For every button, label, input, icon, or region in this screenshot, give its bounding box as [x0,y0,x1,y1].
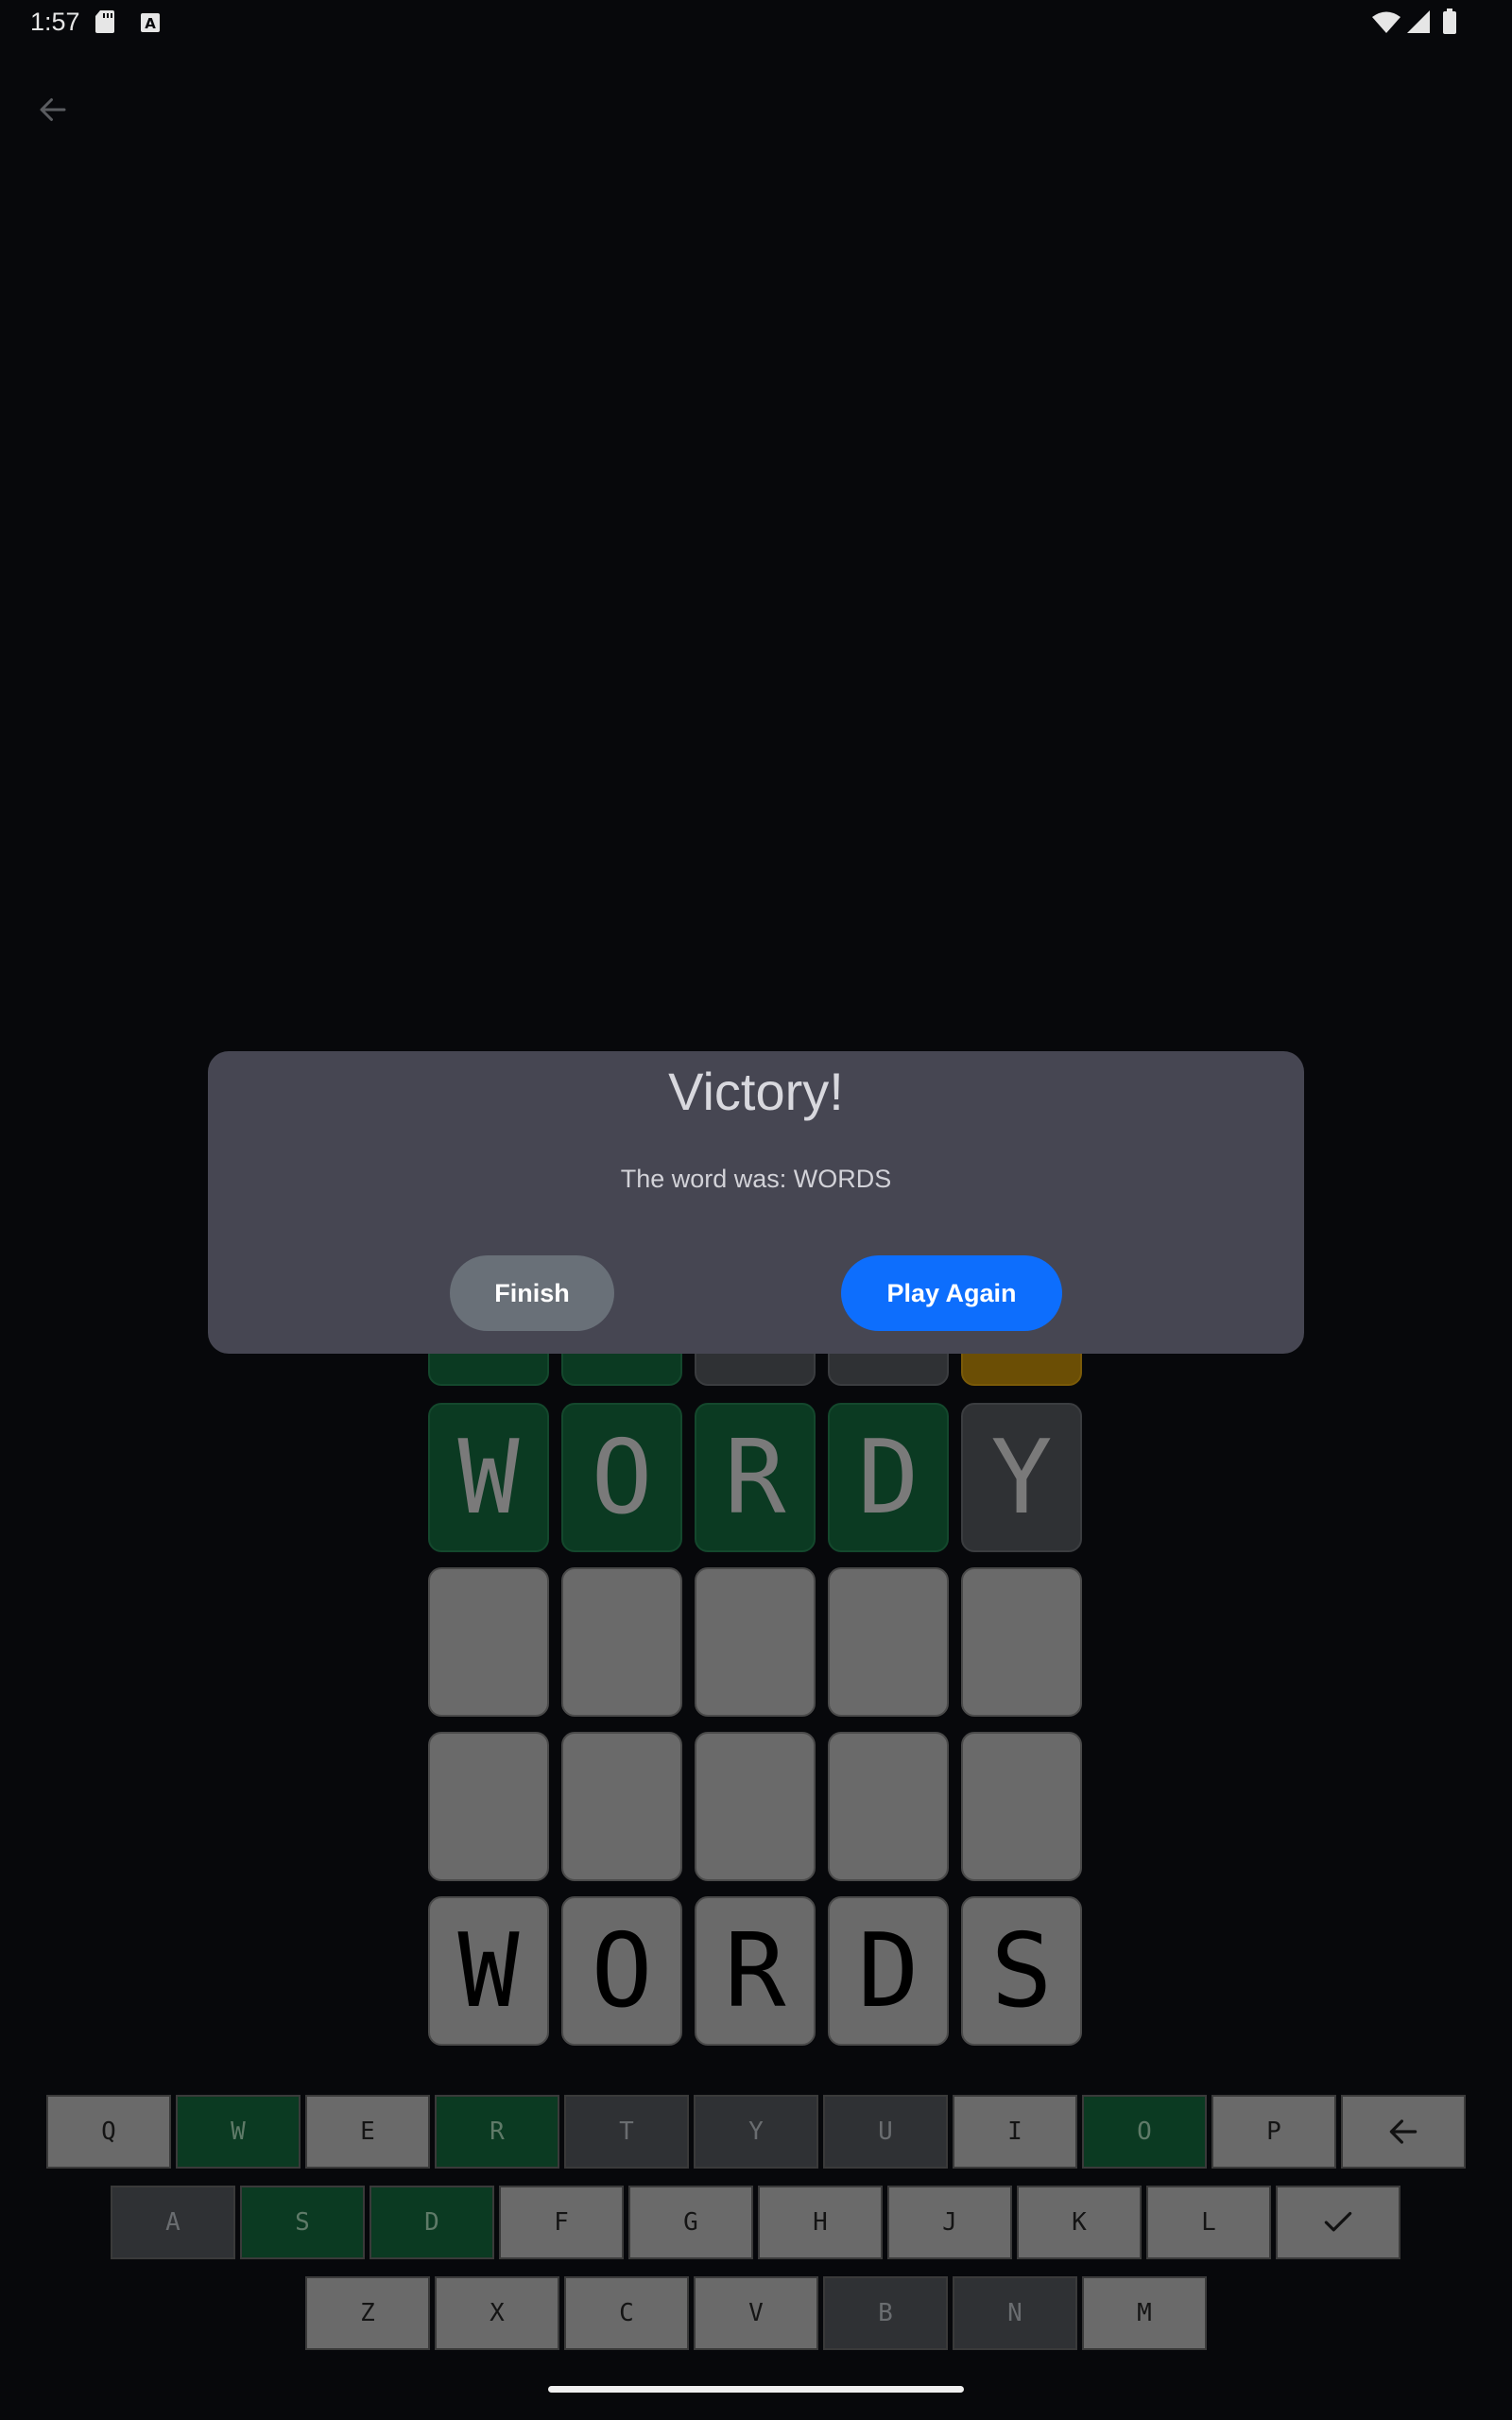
board-tile: D [828,1403,949,1552]
board-tile: O [561,1896,682,2046]
navigation-handle[interactable] [548,2386,964,2393]
key-x[interactable]: X [435,2276,559,2350]
board-tile [561,1567,682,1717]
play-again-button[interactable]: Play Again [841,1255,1062,1331]
board-tile: S [961,1896,1082,2046]
key-u[interactable]: U [823,2095,948,2169]
board-tile [695,1567,816,1717]
backspace-key[interactable] [1341,2095,1466,2169]
key-a[interactable]: A [111,2186,235,2259]
board-tile: W [428,1403,549,1552]
board-tile: R [695,1403,816,1552]
key-i[interactable]: I [953,2095,1077,2169]
backspace-arrow-icon [1385,2114,1421,2150]
board-tile [561,1732,682,1881]
finish-button[interactable]: Finish [450,1255,614,1331]
key-d[interactable]: D [369,2186,494,2259]
key-k[interactable]: K [1017,2186,1142,2259]
sd-card-icon [95,10,114,33]
board-tile [695,1732,816,1881]
key-w[interactable]: W [176,2095,301,2169]
enter-key[interactable] [1276,2186,1400,2259]
key-h[interactable]: H [758,2186,883,2259]
status-time: 1:57 [30,8,80,36]
svg-text:A: A [145,15,156,32]
checkmark-icon [1320,2204,1356,2240]
back-button[interactable] [26,83,79,136]
board-tile: R [695,1896,816,2046]
battery-icon [1443,9,1456,34]
board-tile [428,1732,549,1881]
key-j[interactable]: J [887,2186,1012,2259]
board-tile [961,1732,1082,1881]
dialog-message: The word was: WORDS [620,1165,892,1193]
board-tile: W [428,1896,549,2046]
key-q[interactable]: Q [46,2095,171,2169]
board-tile: D [828,1896,949,2046]
status-bar: 1:57 A [0,0,1512,47]
key-y[interactable]: Y [694,2095,818,2169]
key-s[interactable]: S [240,2186,365,2259]
board-tile [961,1567,1082,1717]
board-tile [428,1567,549,1717]
key-v[interactable]: V [694,2276,818,2350]
key-n[interactable]: N [953,2276,1077,2350]
key-g[interactable]: G [628,2186,753,2259]
key-r[interactable]: R [435,2095,559,2169]
key-c[interactable]: C [564,2276,689,2350]
dialog-title: Victory! [668,1062,844,1121]
board-tile [828,1567,949,1717]
wifi-icon [1372,11,1400,33]
key-e[interactable]: E [305,2095,430,2169]
board-tile [828,1732,949,1881]
board-tile: Y [961,1403,1082,1552]
key-b[interactable]: B [823,2276,948,2350]
key-f[interactable]: F [499,2186,624,2259]
key-l[interactable]: L [1146,2186,1271,2259]
key-z[interactable]: Z [305,2276,430,2350]
arrow-left-icon [40,98,66,121]
key-o[interactable]: O [1082,2095,1207,2169]
keyboard-a-icon: A [141,13,160,32]
cell-signal-icon [1407,10,1430,33]
key-m[interactable]: M [1082,2276,1207,2350]
board-tile: O [561,1403,682,1552]
key-p[interactable]: P [1211,2095,1336,2169]
key-t[interactable]: T [564,2095,689,2169]
victory-dialog: Victory! The word was: WORDS Finish Play… [208,1051,1304,1354]
